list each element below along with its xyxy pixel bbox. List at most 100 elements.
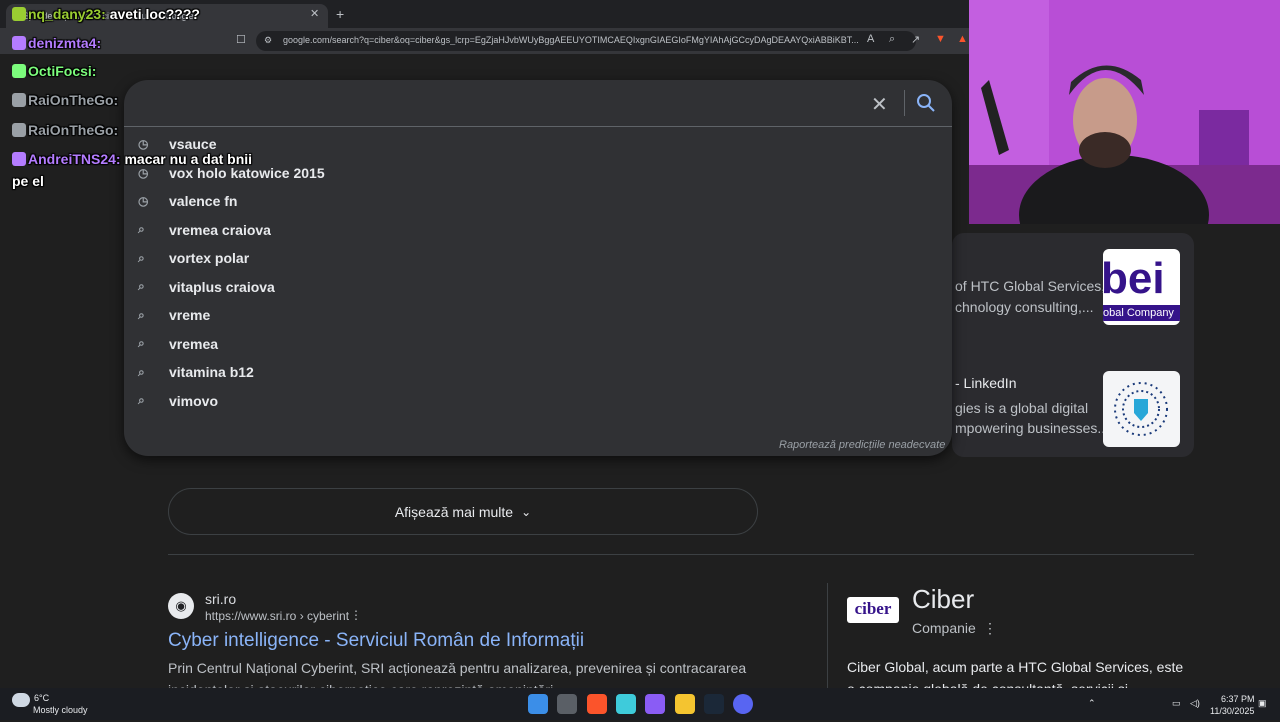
- suggestion-item[interactable]: ⌕ vitamina b12: [138, 358, 938, 386]
- suggestion-text: vsauce: [169, 136, 217, 152]
- chat-message: RaiOnTheGo:: [12, 92, 118, 108]
- search-input[interactable]: [175, 92, 855, 116]
- chat-message: pe el: [12, 173, 44, 189]
- search-icon: ⌕: [138, 336, 145, 350]
- entity-more-icon[interactable]: ⋮: [983, 620, 997, 637]
- app-icon[interactable]: [645, 694, 665, 714]
- brave-icon[interactable]: [587, 694, 607, 714]
- thumbnail-logo-text: bei: [1103, 254, 1165, 303]
- file-explorer-icon[interactable]: [675, 694, 695, 714]
- suggestion-text: vremea: [169, 335, 219, 352]
- search-separator: [124, 126, 952, 127]
- suggestion-text: vremea craiova: [169, 221, 271, 238]
- chat-username[interactable]: nq_dany23:: [28, 6, 106, 22]
- chat-text: macar nu a dat bnii: [124, 151, 253, 167]
- notification-icon[interactable]: ▣: [1258, 698, 1267, 709]
- chat-username[interactable]: OctiFocsi:: [28, 63, 96, 79]
- streamer-image: [969, 0, 1280, 224]
- sri-favicon-icon[interactable]: ◉: [168, 593, 194, 619]
- suggestion-text: vreme: [169, 307, 211, 323]
- ciber-thumbnail[interactable]: bei obal Company: [1103, 249, 1180, 325]
- suggestion-item[interactable]: ⌕ vitaplus craiova: [138, 273, 938, 301]
- clock-date[interactable]: 11/30/2025: [1210, 706, 1254, 716]
- chat-badge-icon: [12, 93, 26, 107]
- webcam-feed: [969, 0, 1280, 224]
- suggestion-item[interactable]: ⌕ vreme: [138, 301, 938, 329]
- translate-icon[interactable]: A: [867, 33, 874, 45]
- bookmark-icon[interactable]: ☐: [236, 33, 246, 46]
- chevron-down-icon: ⌄: [521, 504, 532, 519]
- copilot-icon[interactable]: [616, 694, 636, 714]
- chat-message: nq_dany23: aveti loc????: [12, 6, 200, 22]
- search-icon: ⌕: [138, 364, 145, 379]
- suggestion-text: vitamina b12: [169, 364, 254, 380]
- show-more-label: Afișează mai multe: [394, 503, 514, 520]
- share-icon[interactable]: ↗: [911, 33, 920, 46]
- result-site-name[interactable]: sri.ro: [205, 591, 236, 607]
- volume-icon[interactable]: ◁): [1190, 698, 1200, 709]
- weather-desc[interactable]: Mostly cloudy: [33, 705, 88, 715]
- chat-message: denizmta4:: [12, 35, 101, 51]
- chat-username[interactable]: RaiOnTheGo:: [28, 92, 118, 108]
- thumbnail-logo-sub: obal Company: [1103, 305, 1180, 321]
- result-title-link[interactable]: Cyber intelligence - Serviciul Român de …: [168, 630, 584, 652]
- start-icon[interactable]: [528, 694, 548, 714]
- search-icon: ⌕: [138, 279, 145, 293]
- zoom-icon[interactable]: ⌕: [889, 33, 895, 46]
- suggestion-item[interactable]: ⌕ vimovo: [138, 387, 938, 415]
- divider: [904, 90, 905, 116]
- history-icon: ◷: [138, 165, 149, 180]
- card2-line1: gies is a global digital: [955, 400, 1089, 416]
- url-text[interactable]: google.com/search?q=ciber&oq=ciber&gs_lc…: [283, 35, 863, 45]
- suggestion-item[interactable]: ◷ vsauce: [138, 130, 938, 158]
- report-predictions-link[interactable]: Raportează predicțiile neadecvate: [779, 439, 945, 451]
- steam-icon[interactable]: [704, 694, 724, 714]
- card2-line2: mpowering businesses...: [955, 420, 1110, 436]
- chat-username[interactable]: AndreiTNS24:: [28, 151, 121, 167]
- weather-cloud-icon[interactable]: [12, 693, 30, 707]
- card1-line1[interactable]: of HTC Global Services,: [955, 276, 1105, 296]
- more-options-icon[interactable]: ⋮: [350, 608, 362, 622]
- task-view-icon[interactable]: [557, 694, 577, 714]
- chat-badge-icon: [12, 123, 26, 137]
- shield-logo-icon: [1114, 382, 1168, 436]
- network-icon[interactable]: ▭: [1172, 698, 1181, 709]
- search-icon: ⌕: [138, 307, 145, 322]
- result-cite[interactable]: https://www.sri.ro › cyberint: [205, 609, 349, 623]
- chat-text: pe el: [12, 173, 44, 189]
- clock-time[interactable]: 6:37 PM: [1221, 694, 1255, 704]
- suggestion-item[interactable]: ⌕ vremea craiova: [138, 216, 938, 244]
- suggestion-text: vimovo: [169, 392, 219, 409]
- clear-search-icon[interactable]: ✕: [871, 92, 888, 117]
- linkedin-thumbnail[interactable]: [1103, 371, 1180, 447]
- search-icon: ⌕: [138, 393, 145, 407]
- tray-chevron-icon[interactable]: ⌃: [1088, 698, 1096, 709]
- chat-badge-icon: [12, 7, 26, 21]
- chat-badge-icon: [12, 36, 26, 50]
- weather-temp[interactable]: 6°C: [34, 693, 49, 703]
- brave-shield-icon[interactable]: ▼: [935, 33, 946, 45]
- suggestion-item[interactable]: ⌕ vortex polar: [138, 244, 938, 272]
- history-icon: ◷: [138, 137, 149, 151]
- card1-line2: chnology consulting,...: [955, 299, 1094, 315]
- search-icon[interactable]: [916, 93, 936, 113]
- entity-subtitle: Companie: [912, 620, 976, 636]
- new-tab-icon[interactable]: +: [336, 6, 344, 22]
- chat-message: AndreiTNS24: macar nu a dat bnii: [12, 151, 252, 167]
- suggestion-item[interactable]: ◷ valence fn: [138, 187, 938, 215]
- close-icon[interactable]: ✕: [310, 7, 319, 20]
- chat-username[interactable]: RaiOnTheGo:: [28, 122, 118, 138]
- show-more-button[interactable]: Afișează mai multe ⌄: [168, 488, 758, 535]
- suggestion-item[interactable]: ◷ vox holo katowice 2015: [138, 159, 938, 187]
- card2-title[interactable]: - LinkedIn: [955, 373, 1016, 393]
- chat-message: RaiOnTheGo:: [12, 122, 118, 138]
- chat-message: OctiFocsi:: [12, 63, 96, 79]
- site-info-icon[interactable]: ⚙: [264, 35, 272, 46]
- rewards-icon[interactable]: ▲: [957, 33, 968, 45]
- discord-icon[interactable]: [733, 694, 753, 714]
- section-divider: [168, 554, 1194, 555]
- chat-username[interactable]: denizmta4:: [28, 35, 101, 51]
- entity-title: Ciber: [912, 584, 975, 614]
- suggestion-item[interactable]: ⌕ vremea: [138, 330, 938, 358]
- chat-badge-icon: [12, 64, 26, 78]
